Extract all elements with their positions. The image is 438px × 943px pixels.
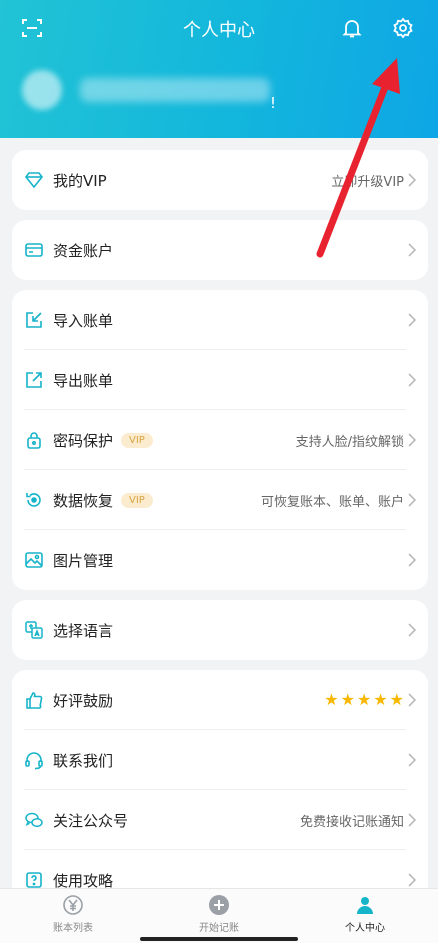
export-bill-row[interactable]: 导出账单: [12, 350, 428, 410]
notify-hint: 免费接收记账通知: [299, 814, 404, 830]
restore-icon: [24, 490, 44, 510]
select-language-row[interactable]: 选择语言: [12, 600, 428, 660]
vip-card: 我的VIP 立即升级VIP: [12, 150, 428, 210]
contact-us-row[interactable]: 联系我们: [12, 730, 428, 790]
plus-circle-icon: [207, 893, 231, 917]
tab-label: 账本列表: [53, 923, 93, 934]
help-icon: [24, 870, 44, 890]
export-bill-label: 导出账单: [53, 371, 114, 390]
funds-account-row[interactable]: 资金账户: [12, 220, 428, 280]
thumbs-up-icon: [24, 690, 44, 710]
my-vip-label: 我的VIP: [53, 171, 107, 190]
export-bill-icon: [24, 370, 44, 390]
password-protect-row[interactable]: 密码保护 VIP 支持人脸/指纹解锁: [12, 410, 428, 470]
tab-ledger-list[interactable]: 账本列表: [0, 893, 146, 934]
restore-hint: 可恢复账本、账单、账户: [260, 494, 404, 510]
page-title: 个人中心: [183, 20, 255, 41]
avatar[interactable]: [22, 70, 62, 110]
five-star-rating: ★ ★ ★ ★ ★: [324, 692, 404, 708]
password-protect-label: 密码保护: [53, 431, 114, 450]
import-bill-label: 导入账单: [53, 311, 114, 330]
chevron-right-icon: [408, 433, 420, 447]
upgrade-vip-text: 立即升级VIP: [331, 174, 404, 190]
image-manage-label: 图片管理: [53, 551, 114, 570]
star-icon: ★: [356, 690, 372, 709]
vip-badge: VIP: [121, 432, 153, 448]
chevron-right-icon: [408, 693, 420, 707]
chevron-right-icon: [408, 243, 420, 257]
import-bill-row[interactable]: 导入账单: [12, 290, 428, 350]
chevron-right-icon: [408, 313, 420, 327]
follow-account-label: 关注公众号: [53, 811, 129, 830]
rate-us-row[interactable]: 好评鼓励 ★ ★ ★ ★ ★: [12, 670, 428, 730]
rate-us-label: 好评鼓励: [53, 691, 114, 710]
bell-icon[interactable]: [338, 14, 366, 42]
image-icon: [24, 550, 44, 570]
star-icon: ★: [373, 690, 388, 709]
star-icon: ★: [324, 690, 339, 709]
select-language-label: 选择语言: [53, 621, 114, 640]
face-fingerprint-hint: 支持人脸/指纹解锁: [295, 434, 404, 450]
chevron-right-icon: [408, 813, 420, 827]
my-vip-row[interactable]: 我的VIP 立即升级VIP: [12, 150, 428, 210]
user-name-redacted: [80, 78, 270, 102]
home-indicator: [140, 937, 298, 941]
chevron-right-icon: [408, 493, 420, 507]
import-bill-icon: [24, 310, 44, 330]
profile-block[interactable]: [22, 70, 270, 110]
person-icon: [353, 893, 377, 917]
settings-gear-icon[interactable]: [389, 14, 417, 42]
follow-account-row[interactable]: 关注公众号 免费接收记账通知: [12, 790, 428, 850]
lock-icon: [24, 430, 44, 450]
wallet-card-icon: [24, 240, 44, 260]
data-restore-row[interactable]: 数据恢复 VIP 可恢复账本、账单、账户: [12, 470, 428, 530]
chevron-right-icon: [408, 873, 420, 887]
tab-start-booking[interactable]: 开始记账: [146, 893, 292, 934]
translate-icon: [24, 620, 44, 640]
profile-header: 个人中心 !: [0, 0, 438, 138]
wechat-icon: [24, 810, 44, 830]
chevron-right-icon: [408, 753, 420, 767]
diamond-icon: [24, 170, 44, 190]
headset-icon: [24, 750, 44, 770]
data-management-card: 导入账单 导出账单 密码保护 VIP 支持人脸/指纹解锁 数据恢复 VIP 可恢…: [12, 290, 428, 590]
chevron-right-icon: [408, 553, 420, 567]
bottom-tab-bar: 账本列表 开始记账 个人中心: [0, 888, 438, 943]
chevron-right-icon: [408, 373, 420, 387]
contact-us-label: 联系我们: [53, 751, 114, 770]
star-icon: ★: [389, 690, 404, 709]
funds-card: 资金账户: [12, 220, 428, 280]
chevron-right-icon: [408, 623, 420, 637]
star-icon: ★: [340, 690, 355, 709]
tab-profile[interactable]: 个人中心: [292, 893, 438, 934]
support-card: 好评鼓励 ★ ★ ★ ★ ★ 联系我们 关注公众号 免费接收记账通知 使用攻略: [12, 670, 428, 910]
data-restore-label: 数据恢复: [53, 491, 114, 510]
chevron-right-icon: [408, 173, 420, 187]
language-card: 选择语言: [12, 600, 428, 660]
yen-coin-icon: [61, 893, 85, 917]
tab-label: 开始记账: [199, 923, 239, 934]
name-suffix: !: [270, 94, 277, 112]
vip-badge: VIP: [121, 492, 153, 508]
tab-label: 个人中心: [345, 923, 385, 934]
image-manage-row[interactable]: 图片管理: [12, 530, 428, 590]
funds-account-label: 资金账户: [53, 241, 114, 260]
